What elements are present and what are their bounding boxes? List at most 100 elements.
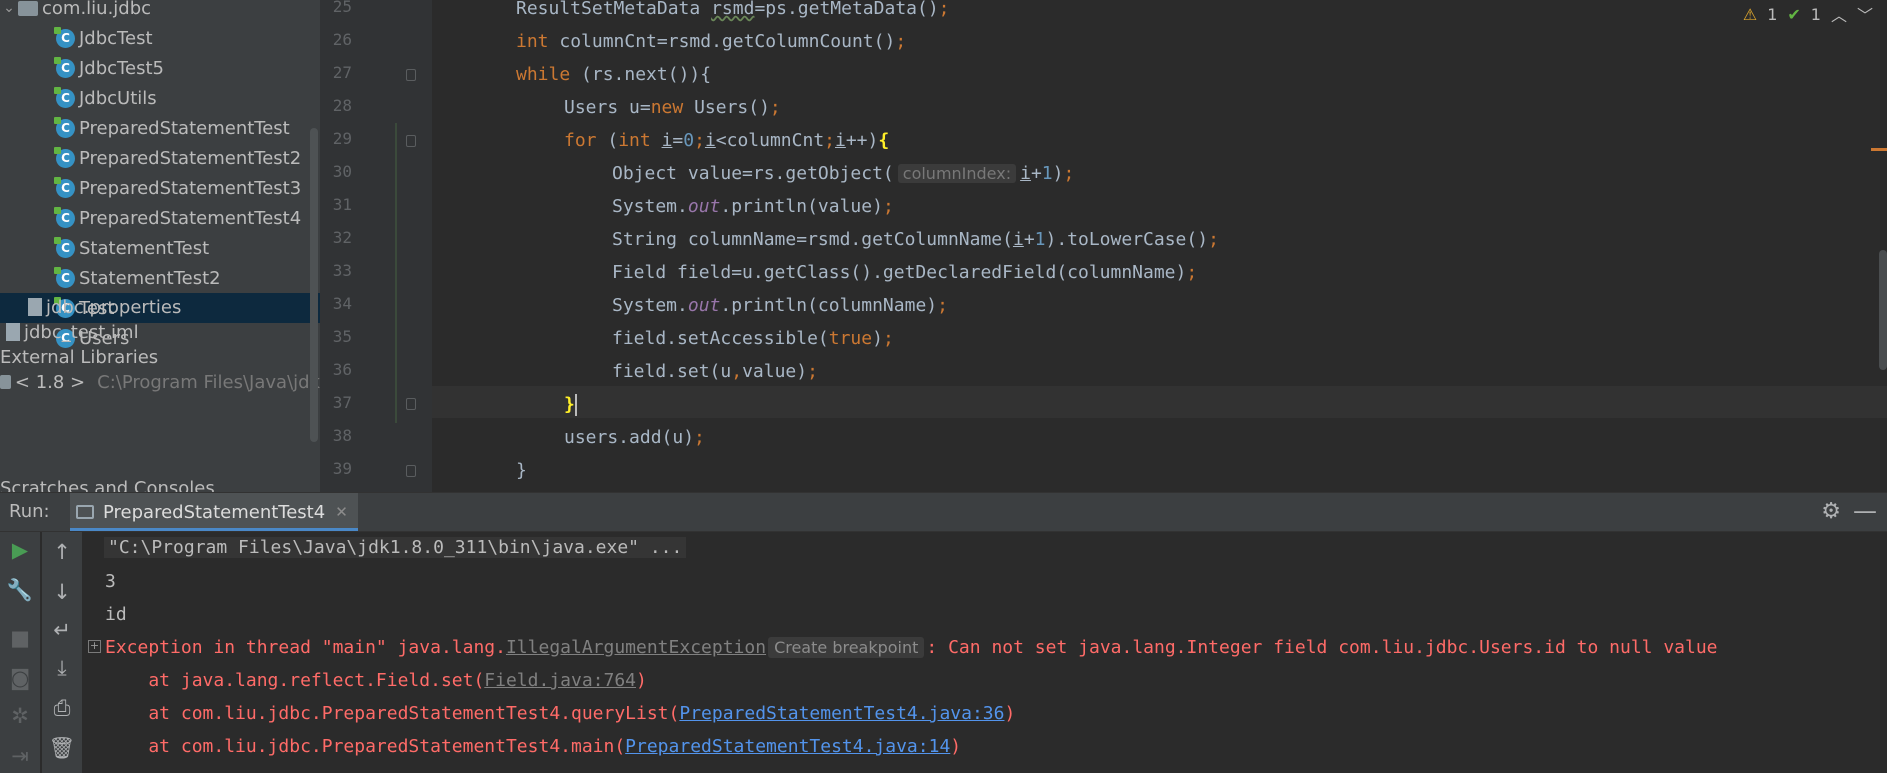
run-toolbar: Run: PreparedStatementTest4 ✕ ⚙ — [0, 493, 1887, 532]
library-folder-icon [0, 375, 11, 389]
java-class-icon: C [54, 146, 75, 168]
text-caret [574, 394, 577, 416]
code-line-31: System.out.println(value); [612, 196, 894, 217]
warning-triangle-icon: ⚠ [1742, 4, 1758, 24]
tree-package-com-liu-jdbc[interactable]: ⌄ com.liu.jdbc [0, 0, 320, 23]
class-label: StatementTest2 [79, 267, 221, 289]
chevron-up-icon[interactable]: ︿ [1831, 2, 1847, 26]
code-line-37: } [564, 394, 577, 416]
run-tab-label: PreparedStatementTest4 [103, 501, 326, 523]
exception-class-link[interactable]: IllegalArgumentException [506, 637, 766, 658]
stack-frame-link[interactable]: PreparedStatementTest4.java:36 [679, 703, 1004, 724]
line-number: 30 [332, 162, 352, 181]
settings-cog-icon[interactable]: ✲ [0, 704, 40, 728]
chevron-down-icon[interactable]: ﹀ [1857, 2, 1873, 26]
code-line-39: } [516, 460, 527, 481]
line-number: 36 [332, 360, 352, 379]
line-number: 32 [332, 228, 352, 247]
print-icon[interactable]: ⎙ [42, 696, 82, 721]
minimize-icon[interactable]: — [1853, 497, 1877, 525]
arrow-up-icon[interactable]: ↑ [42, 540, 82, 564]
tree-item-class[interactable]: C PreparedStatementTest3 [0, 173, 320, 203]
stack-frame-link[interactable]: Field.java:764 [484, 670, 636, 691]
code-line-28: Users u=new Users(); [564, 97, 781, 118]
line-number: 37 [332, 393, 352, 412]
line-number: 29 [332, 129, 352, 148]
fold-marker-icon[interactable] [406, 398, 416, 410]
exit-icon[interactable]: ⇥ [0, 744, 40, 768]
class-label: PreparedStatementTest [79, 117, 290, 139]
create-breakpoint-button[interactable]: Create breakpoint [768, 637, 925, 658]
tree-item-scratches[interactable]: Scratches and Consoles [0, 478, 320, 492]
editor-scrollbar[interactable] [1879, 250, 1887, 370]
stack-frame-line: at java.lang.reflect.Field.set(Field.jav… [105, 666, 647, 696]
tree-item-class[interactable]: C StatementTest2 [0, 263, 320, 293]
class-label: JdbcTest [79, 27, 153, 49]
code-line-32: String columnName=rsmd.getColumnName(i+1… [612, 229, 1219, 250]
code-line-35: field.setAccessible(true); [612, 328, 894, 349]
tree-item-class[interactable]: C PreparedStatementTest [0, 113, 320, 143]
run-tab-preparedstatementtest4[interactable]: PreparedStatementTest4 ✕ [70, 493, 358, 531]
gear-icon[interactable]: ⚙ [1821, 499, 1841, 524]
tree-item-class[interactable]: C StatementTest [0, 233, 320, 263]
stack-frame-suffix: ) [1004, 703, 1016, 724]
error-stripe-mark[interactable] [1871, 148, 1887, 151]
camera-icon[interactable]: ◙ [0, 666, 40, 690]
arrow-down-icon[interactable]: ↓ [42, 580, 82, 604]
tree-item-class[interactable]: C PreparedStatementTest4 [0, 203, 320, 233]
console-output-line: 3 [105, 571, 116, 592]
fold-marker-icon[interactable] [406, 69, 416, 81]
chevron-down-icon[interactable]: ⌄ [0, 0, 18, 16]
code-line-36: field.set(u,value); [612, 361, 818, 382]
rerun-icon[interactable]: ▶ [0, 538, 40, 562]
code-line-38: users.add(u); [564, 427, 705, 448]
package-folder-icon [18, 0, 38, 16]
wrench-icon[interactable]: 🔧 [0, 578, 40, 603]
stack-frame-link[interactable]: PreparedStatementTest4.java:14 [625, 736, 950, 757]
run-label: Run: [9, 501, 50, 522]
class-label: PreparedStatementTest2 [79, 147, 302, 169]
trash-icon[interactable]: 🗑 [42, 736, 82, 761]
properties-file-icon [28, 298, 42, 316]
stop-icon[interactable]: ■ [0, 626, 40, 650]
exception-line: Exception in thread "main" java.lang.Ill… [105, 633, 1718, 663]
scroll-to-end-icon[interactable]: ⤓ [42, 656, 82, 681]
tree-item-class[interactable]: C JdbcUtils [0, 83, 320, 113]
class-label: JdbcTest5 [79, 57, 164, 79]
tree-scrollbar[interactable] [310, 128, 318, 442]
tree-item-class[interactable]: C JdbcTest5 [0, 53, 320, 83]
line-number: 26 [332, 30, 352, 49]
properties-file-label: jdbc.properties [46, 296, 182, 318]
code-line-34: System.out.println(columnName); [612, 295, 948, 316]
console-output[interactable]: "C:\Program Files\Java\jdk1.8.0_311\bin\… [84, 532, 1887, 773]
class-label: JdbcUtils [79, 87, 157, 109]
fold-marker-icon[interactable] [406, 465, 416, 477]
stack-frame-suffix: ) [950, 736, 962, 757]
tree-item-class[interactable]: C PreparedStatementTest2 [0, 143, 320, 173]
class-label: PreparedStatementTest3 [79, 177, 302, 199]
run-side-toolbar-left: ▶ 🔧 ■ ◙ ✲ ⇥ [0, 532, 40, 773]
stack-frame-suffix: ) [636, 670, 647, 691]
expand-stacktrace-icon[interactable]: + [88, 640, 101, 653]
tree-item-jdk[interactable]: < 1.8 > C:\Program Files\Java\jdk [0, 367, 320, 397]
exception-message: : Can not set java.lang.Integer field co… [926, 637, 1718, 658]
console-icon [76, 505, 94, 519]
jdk-path: C:\Program Files\Java\jdk [97, 371, 320, 393]
line-number: 34 [332, 294, 352, 313]
close-icon[interactable]: ✕ [335, 503, 348, 521]
soft-wrap-icon[interactable]: ↵ [42, 618, 82, 642]
fold-marker-icon[interactable] [406, 135, 416, 147]
inspection-widget[interactable]: ⚠ 1 ✔ 1 ︿ ﹀ [1743, 2, 1873, 26]
current-line-highlight [432, 386, 1887, 418]
java-class-icon: C [54, 266, 75, 288]
java-class-icon: C [54, 26, 75, 48]
code-line-29: for (int i=0;i<columnCnt;i++){ [564, 130, 890, 151]
code-line-26: int columnCnt=rsmd.getColumnCount(); [516, 31, 907, 52]
iml-file-label: jdbc_test.iml [24, 321, 139, 343]
class-label: StatementTest [79, 237, 210, 259]
console-command: "C:\Program Files\Java\jdk1.8.0_311\bin\… [104, 537, 687, 558]
console-command-line: "C:\Program Files\Java\jdk1.8.0_311\bin\… [104, 533, 687, 563]
line-number: 33 [332, 261, 352, 280]
line-number: 35 [332, 327, 352, 346]
tree-item-class[interactable]: C JdbcTest [0, 23, 320, 53]
